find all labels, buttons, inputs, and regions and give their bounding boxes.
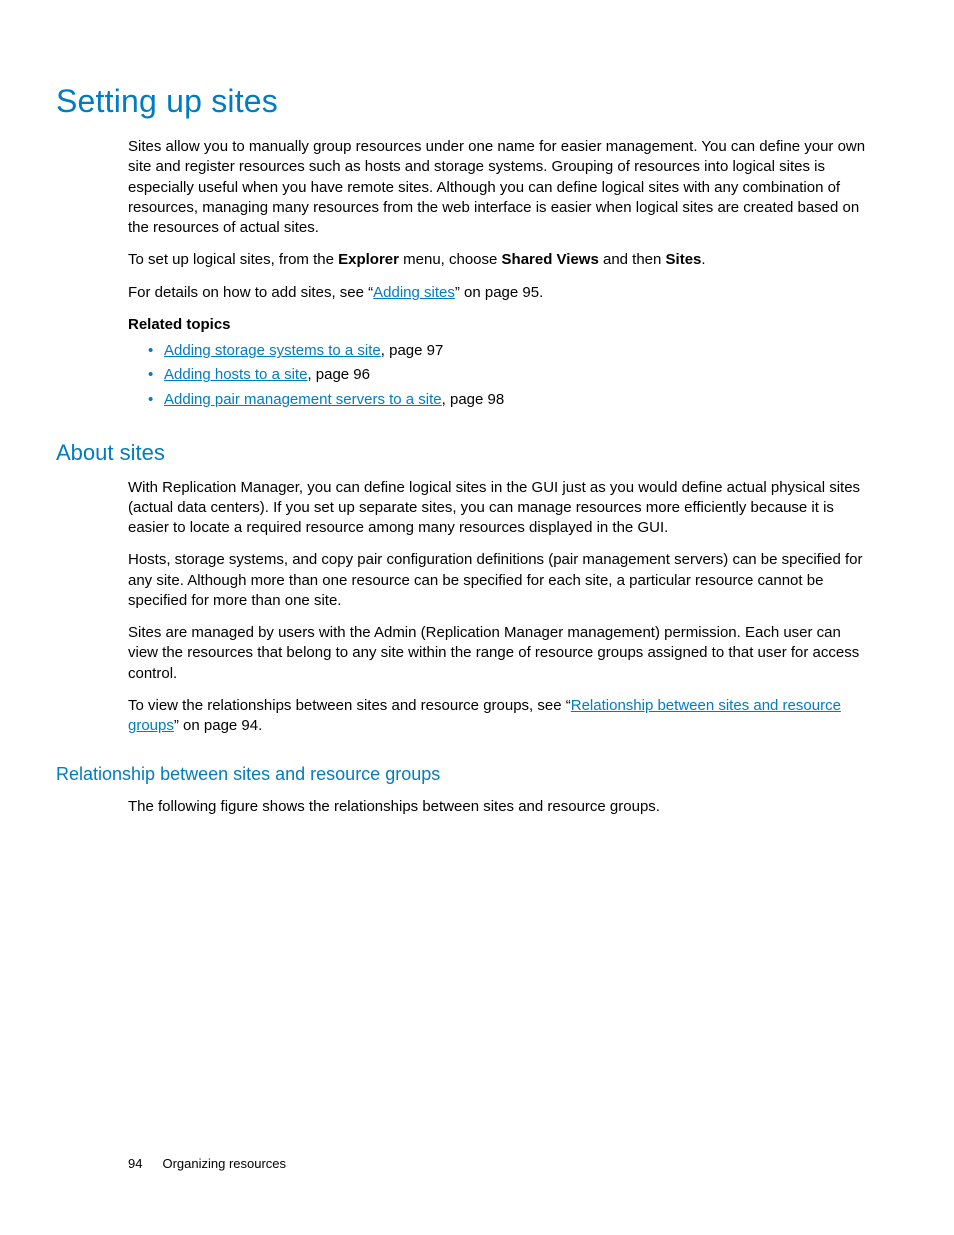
ui-term-explorer: Explorer xyxy=(338,251,399,268)
ui-term-shared-views: Shared Views xyxy=(502,251,599,268)
heading-relationship-sites-resource-groups: Relationship between sites and resource … xyxy=(56,762,874,786)
paragraph: Hosts, storage systems, and copy pair co… xyxy=(128,550,874,611)
text: To view the relationships between sites … xyxy=(128,697,571,714)
link-adding-pair-management-servers[interactable]: Adding pair management servers to a site xyxy=(164,391,442,408)
paragraph: To view the relationships between sites … xyxy=(128,696,874,737)
ui-term-sites: Sites xyxy=(666,251,702,268)
paragraph: Sites allow you to manually group resour… xyxy=(128,137,874,238)
text: ” on page 95. xyxy=(455,284,543,301)
text: . xyxy=(701,251,705,268)
link-adding-storage-systems[interactable]: Adding storage systems to a site xyxy=(164,342,381,359)
related-topics-list: Adding storage systems to a site, page 9… xyxy=(148,341,874,410)
text: and then xyxy=(599,251,666,268)
link-adding-sites[interactable]: Adding sites xyxy=(373,284,455,301)
text: For details on how to add sites, see “ xyxy=(128,284,373,301)
page: Setting up sites Sites allow you to manu… xyxy=(0,0,954,1235)
text: , page 96 xyxy=(307,366,370,383)
heading-setting-up-sites: Setting up sites xyxy=(56,80,874,123)
paragraph: To set up logical sites, from the Explor… xyxy=(128,250,874,270)
list-item: Adding pair management servers to a site… xyxy=(148,390,874,410)
paragraph: Sites are managed by users with the Admi… xyxy=(128,623,874,684)
section-setting-up-sites-body: Sites allow you to manually group resour… xyxy=(128,137,874,410)
text: , page 98 xyxy=(442,391,505,408)
text: , page 97 xyxy=(381,342,444,359)
page-number: 94 xyxy=(128,1156,142,1171)
text: menu, choose xyxy=(399,251,502,268)
section-about-sites-body: With Replication Manager, you can define… xyxy=(128,478,874,737)
list-item: Adding hosts to a site, page 96 xyxy=(148,365,874,385)
section-relationship-body: The following figure shows the relations… xyxy=(128,797,874,817)
paragraph: The following figure shows the relations… xyxy=(128,797,874,817)
text: ” on page 94. xyxy=(174,717,262,734)
text: To set up logical sites, from the xyxy=(128,251,338,268)
paragraph: For details on how to add sites, see “Ad… xyxy=(128,283,874,303)
heading-about-sites: About sites xyxy=(56,438,874,468)
link-adding-hosts[interactable]: Adding hosts to a site xyxy=(164,366,307,383)
list-item: Adding storage systems to a site, page 9… xyxy=(148,341,874,361)
paragraph: With Replication Manager, you can define… xyxy=(128,478,874,539)
footer-section-title: Organizing resources xyxy=(162,1156,286,1171)
related-topics-label: Related topics xyxy=(128,315,874,335)
page-footer: 94 Organizing resources xyxy=(128,1155,286,1173)
